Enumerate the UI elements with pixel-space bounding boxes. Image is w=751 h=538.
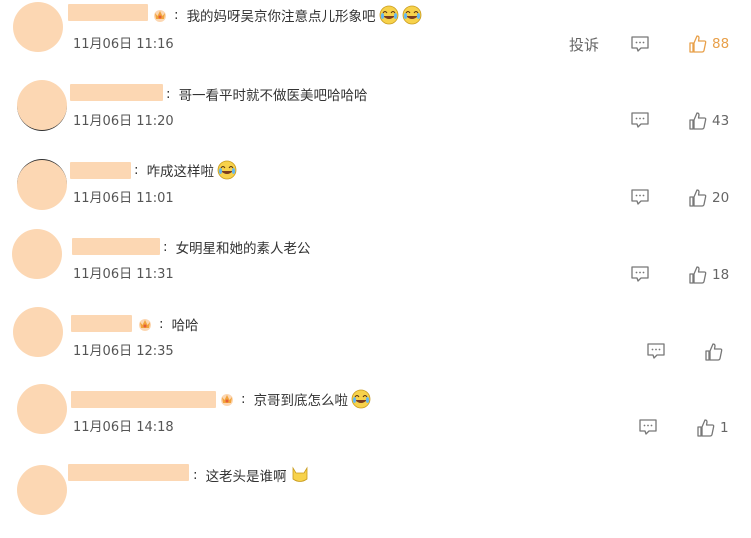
thumbs-up-icon [697,419,715,437]
reply-icon[interactable] [638,418,658,436]
colon: : [159,316,164,332]
username-redacted[interactable] [71,391,216,408]
comment-time: 11月06日 11:01 [73,191,174,206]
crown-badge-icon [152,7,168,23]
comment-text: 京哥到底怎么啦 [253,393,349,409]
username-redacted[interactable] [70,84,163,101]
comment-text: 女明星和她的素人老公 [175,241,311,257]
reply-icon[interactable] [630,188,650,206]
laugh-cry-emoji [351,389,371,409]
comment-item: : 京哥到底怎么啦 11月06日 14:18 1 [0,384,751,464]
avatar[interactable] [17,465,67,515]
comment-text: 咋成这样啦 [146,164,215,180]
thumbs-up-icon [689,266,707,284]
comment-item: : 咋成这样啦 11月06日 11:01 20 [0,155,751,233]
reply-icon[interactable] [630,35,650,53]
comment-item: : 哈哈 11月06日 12:35 [0,307,751,387]
avatar[interactable] [13,307,63,357]
colon: : [174,7,179,23]
comment-text: 这老头是谁啊 [205,469,287,485]
avatar[interactable] [12,229,62,279]
avatar[interactable] [17,159,67,210]
comment-item: : 女明星和她的素人老公 11月06日 11:31 18 [0,229,751,310]
colon: : [193,467,198,483]
comment-time: 11月06日 11:20 [73,114,174,129]
avatar[interactable] [13,2,63,52]
cat-emoji [290,465,310,485]
colon: : [163,239,168,255]
username-redacted[interactable] [72,238,160,255]
crown-badge-icon [219,391,235,407]
like-button[interactable] [704,342,728,362]
like-count: 20 [712,190,730,206]
like-button[interactable]: 20 [688,188,729,208]
like-button[interactable]: 43 [688,111,729,131]
comment-time: 11月06日 14:18 [73,420,174,435]
comment-item: : 哥一看平时就不做医美吧哈哈哈 11月06日 11:20 43 [0,78,751,156]
username-redacted[interactable] [70,162,131,179]
comment-time: 11月06日 11:31 [73,267,174,282]
like-button[interactable]: 1 [696,418,729,438]
username-redacted[interactable] [68,4,148,21]
colon: : [241,391,246,407]
thumbs-up-icon [689,189,707,207]
reply-icon[interactable] [630,111,650,129]
like-count: 43 [712,113,730,129]
comment-text: 哈哈 [171,318,199,334]
comment-item: : 我的妈呀吴京你注意点儿形象吧 11月06日 11:16 投诉 88 [0,0,751,78]
like-button[interactable]: 18 [688,265,729,285]
thumbs-up-icon [689,112,707,130]
like-button[interactable]: 88 [688,34,729,54]
avatar[interactable] [17,80,67,131]
comment-time: 11月06日 11:16 [73,37,174,52]
laugh-cry-emoji [217,160,237,180]
comment-item: : 这老头是谁啊 [0,460,751,538]
report-button[interactable]: 投诉 [569,34,599,55]
comment-text: 我的妈呀吴京你注意点儿形象吧 [186,9,376,25]
avatar[interactable] [17,384,67,434]
thumbs-up-icon [689,35,707,53]
crown-badge-icon [137,316,153,332]
like-count: 88 [712,36,730,52]
comment-time: 11月06日 12:35 [73,344,174,359]
laugh-cry-emoji [402,5,422,25]
colon: : [166,86,171,102]
laugh-cry-emoji [379,5,399,25]
colon: : [134,162,139,178]
username-redacted[interactable] [71,315,132,332]
like-count: 18 [712,267,730,283]
thumbs-up-icon [705,343,723,361]
reply-icon[interactable] [630,265,650,283]
comment-text: 哥一看平时就不做医美吧哈哈哈 [178,88,368,104]
reply-icon[interactable] [646,342,666,360]
like-count: 1 [720,420,729,436]
username-redacted[interactable] [68,464,189,481]
